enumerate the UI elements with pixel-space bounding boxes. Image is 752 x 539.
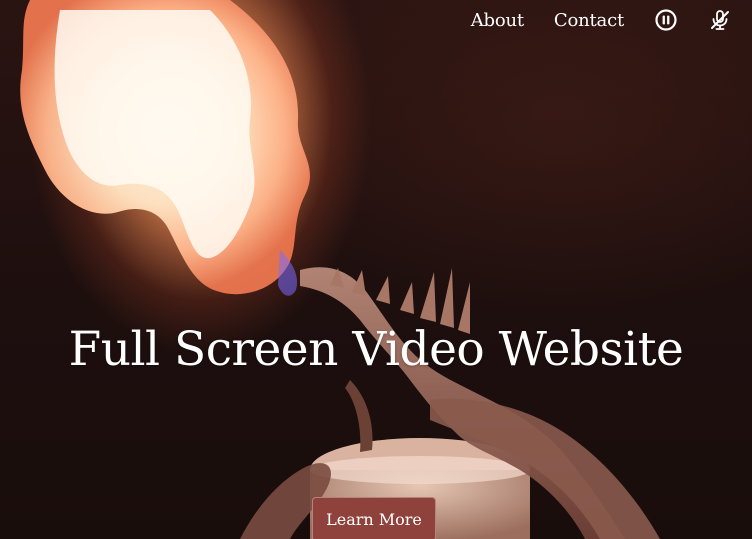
pause-circle-icon (655, 9, 677, 31)
pause-button[interactable] (654, 8, 678, 32)
hero-section: About Contact Full Screen Video Website … (0, 0, 752, 539)
nav-link-contact[interactable]: Contact (554, 10, 624, 31)
mute-button[interactable] (708, 8, 732, 32)
background-video (20, 0, 660, 539)
fire-plume (20, 0, 310, 296)
top-navigation: About Contact (441, 0, 752, 40)
page-title: Full Screen Video Website (68, 322, 684, 377)
microphone-muted-icon (711, 10, 729, 30)
learn-more-button[interactable]: Learn More (312, 497, 436, 539)
nav-link-about[interactable]: About (471, 10, 524, 31)
